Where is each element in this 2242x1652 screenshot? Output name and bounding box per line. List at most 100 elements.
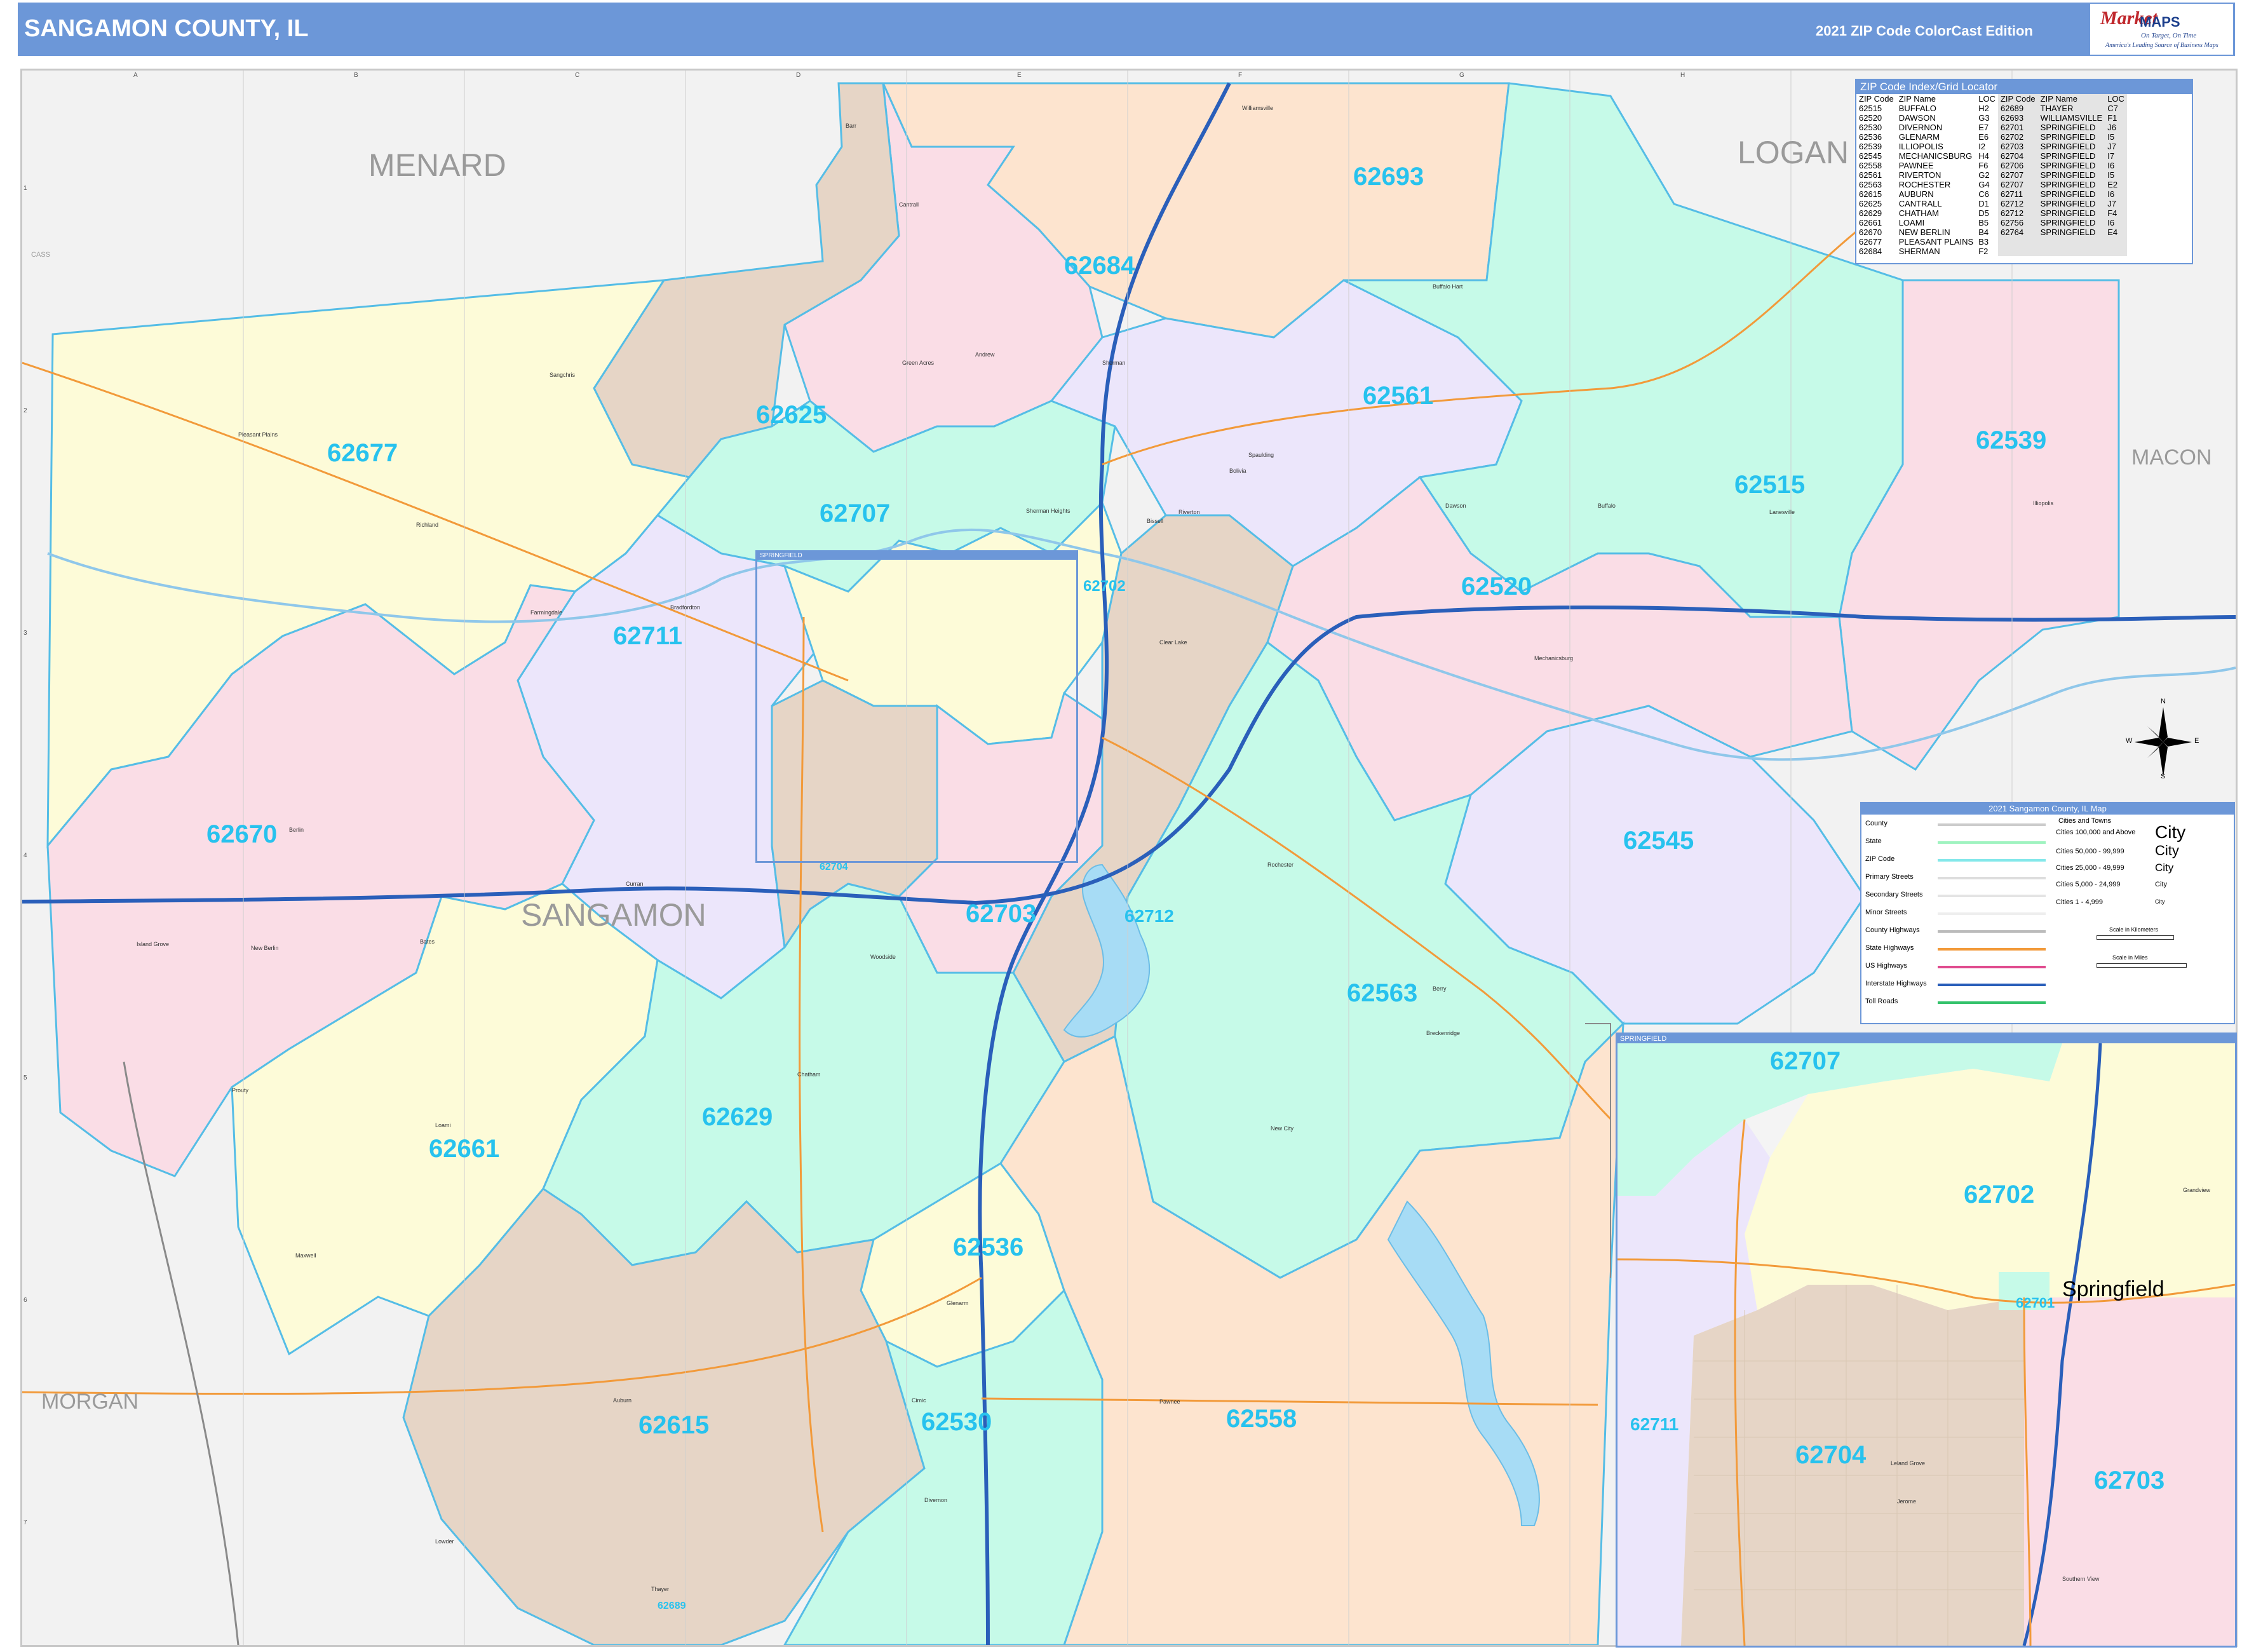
zip-index-cell: WILLIAMSVILLE xyxy=(2037,113,2105,123)
legend-item-swatch xyxy=(1938,948,2046,951)
zip-index-cell: BUFFALO xyxy=(1898,104,1936,113)
zip-index-cell: 62703 xyxy=(1997,142,2038,151)
town-williamsville: Williamsville xyxy=(1242,105,1273,111)
zip-index-cell: 62530 xyxy=(1859,123,1882,132)
county-label-logan: LOGAN xyxy=(1738,135,1849,170)
zip-index-cell: 62689 xyxy=(1997,104,2038,113)
compass-icon xyxy=(2135,707,2192,777)
grid-row-7: 7 xyxy=(24,1519,27,1526)
zip-index-cell: 62661 xyxy=(1859,218,1882,227)
zip-index-cell: SPRINGFIELD xyxy=(2037,151,2105,161)
town-bradfordton: Bradfordton xyxy=(670,604,701,611)
zip-index-cell: 62520 xyxy=(1859,113,1882,123)
zip-index-cell: 62684 xyxy=(1859,247,1882,256)
town-prouty: Prouty xyxy=(232,1087,249,1093)
inset-town-southern-view: Southern View xyxy=(2062,1576,2100,1582)
zip-index-cell: SPRINGFIELD xyxy=(2037,142,2105,151)
zip-index-cell: GLENARM xyxy=(1898,132,1940,142)
zip-label-62536: 62536 xyxy=(953,1233,1024,1261)
zip-index-cell: H4 xyxy=(1978,151,1989,161)
zip-code-index: ZIP Code Index/Grid Locator ZIP Code ZIP… xyxy=(1855,79,2193,264)
zip-label-62677: 62677 xyxy=(327,439,398,467)
grid-col-e: E xyxy=(1017,72,1022,79)
zip-label-62629: 62629 xyxy=(702,1103,773,1131)
town-woodside: Woodside xyxy=(870,954,896,960)
zip-index-row: 62539 ILLIOPOLIS I2 62703 SPRINGFIELD J7 xyxy=(1856,142,2127,151)
inset-zip-label-62711: 62711 xyxy=(1630,1414,1679,1434)
zip-label-62561: 62561 xyxy=(1363,382,1434,410)
zip-index-header: ZIP Code xyxy=(1859,94,1894,104)
zip-index-cell: J6 xyxy=(2105,123,2127,132)
zip-index-cell: E4 xyxy=(2105,227,2127,237)
legend-city-class-4: Cities 5,000 - 24,999 xyxy=(2056,881,2121,888)
zip-index-cell: RIVERTON xyxy=(1898,170,1941,180)
town-clear-lake: Clear Lake xyxy=(1159,639,1187,646)
zip-index-cell: NEW BERLIN xyxy=(1898,227,1950,237)
town-green-acres: Green Acres xyxy=(902,360,935,366)
zip-index-cell: I7 xyxy=(2105,151,2127,161)
zip-index-cell: DAWSON xyxy=(1898,113,1936,123)
town-divernon: Divernon xyxy=(924,1497,948,1503)
zip-index-cell: C6 xyxy=(1978,189,1989,199)
zip-index-cell: DIVERNON xyxy=(1898,123,1943,132)
legend-city-sample-4: City xyxy=(2155,881,2167,888)
zip-index-cell: J7 xyxy=(2105,142,2127,151)
legend-item-swatch xyxy=(1938,984,2046,986)
zip-index-cell: E6 xyxy=(1978,132,1989,142)
town-dawson: Dawson xyxy=(1445,503,1466,509)
zip-index-cell: 62707 xyxy=(1997,180,2038,189)
publisher-logo: Market MAPS On Target, On Time America's… xyxy=(2090,4,2233,55)
town-buffalo: Buffalo xyxy=(1598,503,1616,509)
zip-index-cell: ILLIOPOLIS xyxy=(1898,142,1943,151)
zip-label-62670: 62670 xyxy=(206,820,278,848)
grid-col-c: C xyxy=(575,72,580,79)
inset-town-leland-grove: Leland Grove xyxy=(1891,1460,1926,1466)
legend-item-label: State Highways xyxy=(1865,944,1914,952)
zip-index-header: LOC xyxy=(1978,94,1996,104)
zip-label-62693: 62693 xyxy=(1353,163,1424,191)
compass-s: S xyxy=(2161,773,2166,780)
legend-item-swatch xyxy=(1938,1001,2046,1004)
springfield-inset-map[interactable]: SPRINGFIELD 62707 62702 62701 Springfiel… xyxy=(1616,1032,2237,1648)
town-illiopolis: Illiopolis xyxy=(2033,500,2054,506)
zip-index-row: 62536 GLENARM E6 62702 SPRINGFIELD I5 xyxy=(1856,132,2127,142)
zip-label-62515: 62515 xyxy=(1734,471,1806,499)
zip-index-row: 62661 LOAMI B5 62756 SPRINGFIELD I6 xyxy=(1856,218,2127,227)
zip-index-cell: SPRINGFIELD xyxy=(2037,180,2105,189)
town-loami: Loami xyxy=(435,1122,451,1128)
legend-city-sample-3: City xyxy=(2155,862,2174,874)
zip-index-cell: 62615 xyxy=(1859,189,1882,199)
town-sherman: Sherman xyxy=(1102,360,1126,366)
grid-col-b: B xyxy=(354,72,358,79)
zip-index-cell: I6 xyxy=(2105,189,2127,199)
zip-index-cell: 62704 xyxy=(1997,151,2038,161)
town-new-berlin: New Berlin xyxy=(251,945,279,951)
legend-scale-km: Scale in Kilometers xyxy=(2109,926,2159,933)
town-bolivia: Bolivia xyxy=(1229,468,1246,474)
county-label-menard: MENARD xyxy=(368,147,506,183)
legend-item-label: Interstate Highways xyxy=(1865,980,1927,987)
zip-index-cell: C7 xyxy=(2105,104,2127,113)
town-sangchris: Sangchris xyxy=(550,372,576,378)
zip-index-cell: SHERMAN xyxy=(1898,247,1940,256)
inset-zip-label-62704: 62704 xyxy=(1795,1441,1867,1469)
zip-index-cell: CHATHAM xyxy=(1898,208,1939,218)
zip-index-cell: SPRINGFIELD xyxy=(2037,199,2105,208)
legend-city-class-1: Cities 100,000 and Above xyxy=(2056,829,2136,836)
zip-index-row: 62629 CHATHAM D5 62712 SPRINGFIELD F4 xyxy=(1856,208,2127,218)
springfield-city-box[interactable]: SPRINGFIELD xyxy=(756,551,1077,862)
town-cantrall: Cantrall xyxy=(899,201,919,208)
zip-label-62702: 62702 xyxy=(1083,578,1126,595)
town-pleasant-plains: Pleasant Plains xyxy=(238,431,278,438)
zip-index-row: 62563 ROCHESTER G4 62707 SPRINGFIELD E2 xyxy=(1856,180,2127,189)
legend-item-label: Minor Streets xyxy=(1865,909,1907,916)
zip-index-cell: LOAMI xyxy=(1898,218,1925,227)
zip-label-62703: 62703 xyxy=(966,900,1037,928)
zip-index-cell: 62711 xyxy=(1997,189,2038,199)
legend-item-label: US Highways xyxy=(1865,962,1908,970)
zip-index-cell xyxy=(2105,247,2127,256)
zip-label-62684: 62684 xyxy=(1064,252,1135,280)
zip-index-cell: 62561 xyxy=(1859,170,1882,180)
logo-tagline: On Target, On Time xyxy=(2141,32,2197,39)
zip-index-cell: PLEASANT PLAINS xyxy=(1898,237,1974,247)
